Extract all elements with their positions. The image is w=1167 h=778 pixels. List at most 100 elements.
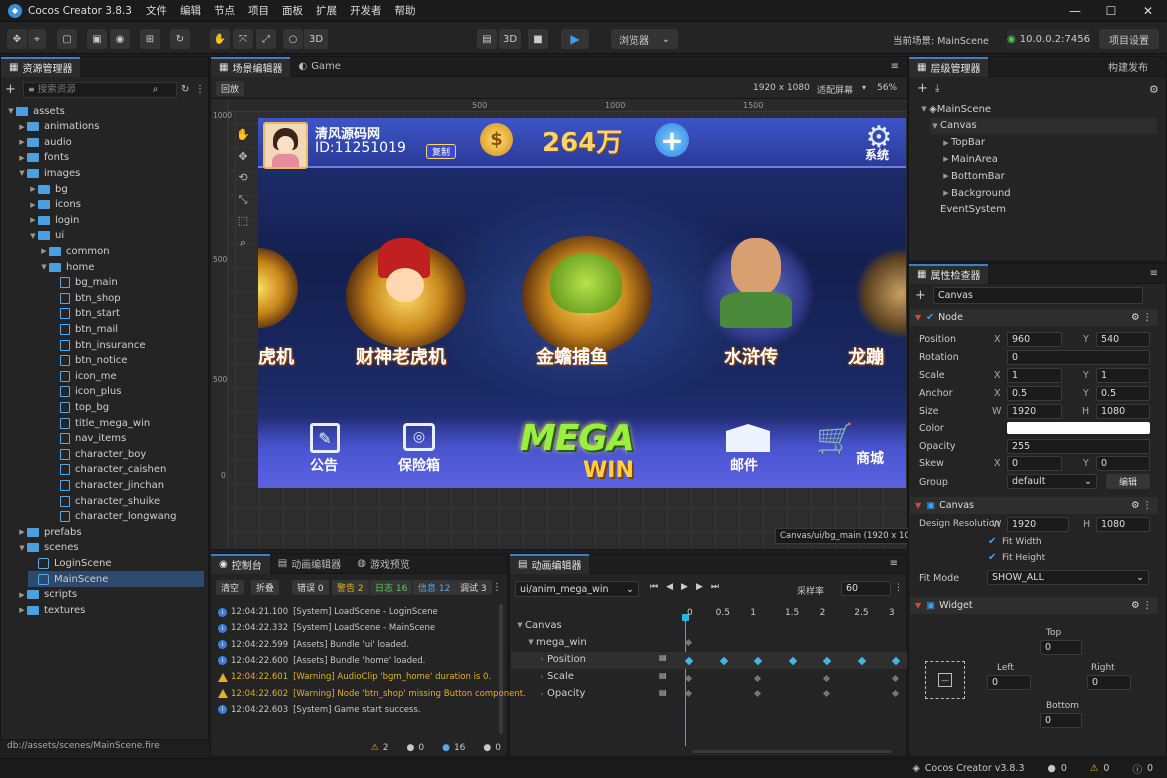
zoom-tool-icon[interactable]: ⌕ bbox=[234, 232, 252, 254]
asset-item-scripts[interactable]: ▶ scripts bbox=[17, 587, 77, 603]
play-button[interactable]: ▶ bbox=[561, 29, 589, 49]
add-coins-icon[interactable]: + bbox=[655, 123, 689, 157]
close-icon[interactable]: ✕ bbox=[1131, 0, 1165, 22]
asset-item-images[interactable]: ▼ images bbox=[17, 165, 80, 181]
back-button[interactable]: 回放 bbox=[216, 81, 245, 96]
widget-right-input[interactable]: 0 bbox=[1087, 675, 1131, 690]
pan-icon[interactable]: ✋ bbox=[210, 29, 230, 49]
console-scrollbar[interactable] bbox=[499, 604, 503, 734]
error-filter[interactable]: 错误 0 bbox=[292, 580, 329, 595]
hierarchy-item-topbar[interactable]: ▶ TopBar bbox=[941, 135, 985, 151]
tab-game[interactable]: ◐ Game bbox=[290, 57, 349, 77]
hierarchy-item-canvas[interactable]: ▼ Canvas bbox=[930, 117, 1157, 134]
tab-hierarchy[interactable]: ▦ 层级管理器 bbox=[909, 56, 989, 77]
rect-tool-icon[interactable]: ▢ bbox=[57, 29, 77, 49]
play-anim-icon[interactable]: ▶ bbox=[681, 582, 696, 592]
asset-item-fonts[interactable]: ▶ fonts bbox=[17, 150, 69, 166]
asset-item-home[interactable]: ▼ home bbox=[39, 259, 94, 275]
node-section-header[interactable]: ▼ ✔ Node ⚙ ⋮ bbox=[910, 309, 1158, 326]
notice-icon[interactable]: ✎ bbox=[310, 423, 340, 453]
clip-select[interactable]: ui/anim_mega_win ⌄ bbox=[515, 581, 639, 597]
asset-item-audio[interactable]: ▶ audio bbox=[17, 134, 71, 150]
3d-toggle-button[interactable]: 3D bbox=[304, 29, 328, 49]
rotate-tool-icon[interactable]: ⟲ bbox=[234, 167, 252, 189]
anchor-y-input[interactable]: 0.5 bbox=[1096, 386, 1150, 401]
asset-item-common[interactable]: ▶ common bbox=[39, 243, 109, 259]
tab-inspector[interactable]: ▦ 属性检查器 bbox=[909, 263, 989, 284]
node-enabled-checkbox[interactable]: ✔ bbox=[926, 312, 934, 323]
tab-console[interactable]: ◉ 控制台 bbox=[211, 553, 270, 574]
anchor-x-input[interactable]: 0.5 bbox=[1007, 386, 1062, 401]
tab-animation-editor[interactable]: ▤ 动画编辑器 bbox=[270, 554, 349, 574]
menu-file[interactable]: 文件 bbox=[146, 3, 167, 18]
sample-more-icon[interactable]: ⋮ bbox=[894, 583, 903, 593]
asset-item-loginscene[interactable]: LoginScene bbox=[28, 555, 111, 571]
asset-item-character-boy[interactable]: character_boy bbox=[50, 446, 146, 462]
asset-item-icon-me[interactable]: icon_me bbox=[50, 368, 117, 384]
hand-tool-icon[interactable]: ✋ bbox=[234, 124, 252, 146]
tab-anim[interactable]: ▤ 动画编辑器 bbox=[510, 553, 590, 574]
size-w-input[interactable]: 1920 bbox=[1007, 404, 1062, 419]
log-filter[interactable]: 日志 16 bbox=[370, 580, 413, 595]
transform-icon[interactable]: ⤧ bbox=[233, 29, 253, 49]
skew-x-input[interactable]: 0 bbox=[1007, 456, 1062, 471]
3d-view-button[interactable]: 3D bbox=[499, 29, 521, 49]
scale-tool-icon[interactable]: ⤡ bbox=[234, 189, 252, 211]
node-section-settings-icon[interactable]: ⚙ ⋮ bbox=[1131, 312, 1152, 323]
move-tool-icon-2[interactable]: ✥ bbox=[234, 146, 252, 168]
gizmo-icon[interactable]: ⌖ bbox=[28, 29, 46, 49]
tab-game-preview[interactable]: ◍ 游戏预览 bbox=[349, 554, 418, 574]
widget-top-input[interactable]: 0 bbox=[1040, 640, 1082, 655]
log-entry[interactable]: i 12:04:22.603 [System] Game start success… bbox=[218, 702, 421, 718]
expand-all-icon[interactable]: ⤓ bbox=[935, 83, 939, 94]
asset-item-login[interactable]: ▶ login bbox=[28, 212, 79, 228]
playhead[interactable] bbox=[685, 620, 686, 746]
debug-filter[interactable]: 调试 3 bbox=[455, 580, 492, 595]
animation-track-canvas[interactable]: ▼ Canvas bbox=[515, 617, 561, 633]
layout-icon[interactable]: ▤ bbox=[477, 29, 497, 49]
asset-item-btn-mail[interactable]: btn_mail bbox=[50, 321, 118, 337]
camera-tool-icon[interactable]: ◉ bbox=[110, 29, 130, 49]
tab-assets[interactable]: ▦ 资源管理器 bbox=[1, 56, 81, 77]
asset-item-top-bg[interactable]: top_bg bbox=[50, 399, 109, 415]
log-entry[interactable]: 12:04:22.602 [Warning] Node 'btn_shop' mi… bbox=[218, 686, 526, 702]
tab-build[interactable]: 构建发布 bbox=[1100, 57, 1156, 77]
rect-select-icon[interactable]: ⬚ bbox=[234, 210, 252, 232]
position-x-input[interactable]: 960 bbox=[1007, 332, 1062, 347]
menu-developer[interactable]: 开发者 bbox=[350, 3, 382, 18]
mega-text[interactable]: MEGA bbox=[520, 418, 635, 459]
copy-id-button[interactable]: 复制 bbox=[426, 144, 457, 159]
opacity-input[interactable]: 255 bbox=[1007, 439, 1150, 454]
asset-item-character-caishen[interactable]: character_caishen bbox=[50, 462, 166, 478]
fold-button[interactable]: 折叠 bbox=[251, 580, 280, 595]
asset-item-nav-items[interactable]: nav_items bbox=[50, 431, 126, 447]
assets-search-input[interactable] bbox=[37, 84, 153, 95]
asset-item-textures[interactable]: ▶ textures bbox=[17, 602, 85, 618]
timeline-scrollbar[interactable] bbox=[692, 750, 892, 753]
pause-icon[interactable]: ■ bbox=[528, 29, 548, 49]
assets-search-box[interactable]: ≡ ⌕ bbox=[23, 81, 177, 98]
asset-item-btn-start[interactable]: btn_start bbox=[50, 306, 120, 322]
log-entry[interactable]: i 12:04:21.100 [System] LoadScene - LoginS… bbox=[218, 604, 438, 620]
scale-x-input[interactable]: 1 bbox=[1007, 368, 1062, 383]
menu-edit[interactable]: 编辑 bbox=[180, 3, 201, 18]
animation-track-scale[interactable]: › Scale bbox=[537, 669, 574, 685]
size-h-input[interactable]: 1080 bbox=[1096, 404, 1150, 419]
fit-mode-select[interactable]: SHOW_ALL ⌄ bbox=[987, 570, 1149, 585]
fit-height-checkbox[interactable]: ✔ bbox=[988, 552, 996, 563]
asset-item-btn-shop[interactable]: btn_shop bbox=[50, 290, 121, 306]
hierarchy-settings-icon[interactable]: ⚙ bbox=[1149, 83, 1159, 96]
animation-track-opacity[interactable]: › Opacity bbox=[537, 686, 586, 702]
character-tiger-partial[interactable] bbox=[258, 248, 298, 328]
hierarchy-item-mainscene[interactable]: ▼ ◈ MainScene bbox=[919, 101, 991, 117]
circle-icon[interactable]: ○ bbox=[283, 29, 303, 49]
asset-item-mainscene[interactable]: MainScene bbox=[28, 571, 204, 587]
log-entry[interactable]: i 12:04:22.600 [Assets] Bundle 'home' load… bbox=[218, 653, 425, 669]
shop-cart-icon[interactable]: 🛒 bbox=[816, 422, 853, 457]
asset-item-character-shuike[interactable]: character_shuike bbox=[50, 493, 160, 509]
image-tool-icon[interactable]: ▣ bbox=[87, 29, 107, 49]
game-canvas[interactable]: 清风源码网 ID:11251019 复制 $ 264万 + ⚙ 系统 虎机 财神… bbox=[258, 118, 906, 488]
asset-item-icons[interactable]: ▶ icons bbox=[28, 197, 81, 213]
widget-left-input[interactable]: 0 bbox=[987, 675, 1031, 690]
maximize-icon[interactable]: ☐ bbox=[1094, 0, 1128, 22]
